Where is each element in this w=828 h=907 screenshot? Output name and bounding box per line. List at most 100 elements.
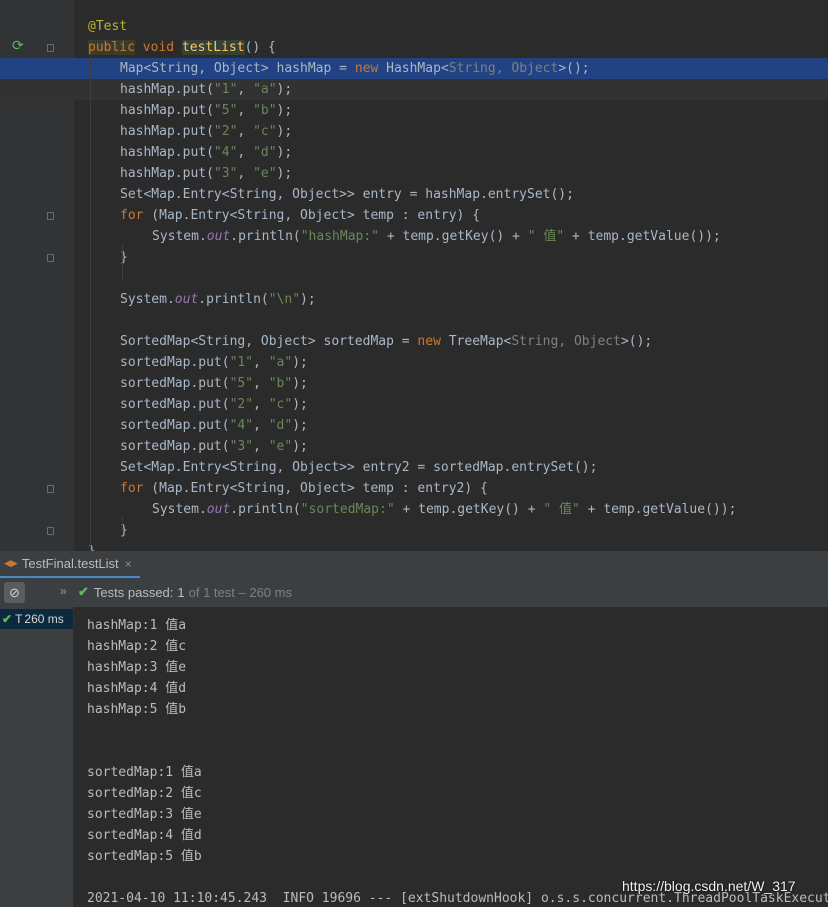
code-line[interactable]: System.out.println("\n"); <box>0 289 828 310</box>
code-token: "b" <box>253 103 277 118</box>
code-token: System. <box>120 292 175 307</box>
code-line[interactable]: hashMap.put("1", "a"); <box>0 79 828 100</box>
code-token: new <box>417 334 441 349</box>
code-token: testList <box>181 40 245 55</box>
console-output[interactable]: hashMap:1 值a hashMap:2 值c hashMap:3 值e hash… <box>74 607 828 907</box>
code-line-text: public void testList() { <box>88 37 276 58</box>
code-token: (Map.Entry<String, Object> temp : entry2… <box>143 481 488 496</box>
code-token: String, Object <box>511 334 621 349</box>
code-token: HashMap< <box>378 61 449 76</box>
code-line[interactable] <box>0 268 828 289</box>
fold-marker-icon[interactable] <box>47 527 54 535</box>
code-token: new <box>354 61 379 76</box>
code-token: "5" <box>229 376 254 391</box>
tests-detail: of 1 test – 260 ms <box>188 584 292 600</box>
console-line: hashMap:1 值a <box>87 618 187 633</box>
code-line[interactable]: } <box>0 520 828 541</box>
code-token: .println( <box>230 502 301 517</box>
indent-guide <box>122 517 123 531</box>
code-line[interactable]: } <box>0 541 828 551</box>
code-line[interactable]: sortedMap.put("1", "a"); <box>0 352 828 373</box>
code-token: sortedMap.put( <box>120 355 230 370</box>
code-token: "c" <box>253 124 277 139</box>
more-chevron-icon[interactable]: » <box>60 584 67 598</box>
code-token: sortedMap.put( <box>120 439 230 454</box>
code-line-text: hashMap.put("3", "e"); <box>120 163 292 184</box>
fold-marker-icon[interactable] <box>47 485 54 493</box>
check-icon: ✔ <box>78 584 89 599</box>
code-line[interactable]: Map<String, Object> hashMap = new HashMa… <box>0 58 828 79</box>
code-line-text: hashMap.put("5", "b"); <box>120 100 292 121</box>
code-line[interactable]: SortedMap<String, Object> sortedMap = ne… <box>0 331 828 352</box>
code-line-text: sortedMap.put("2", "c"); <box>120 394 308 415</box>
code-token: sortedMap.put( <box>120 376 230 391</box>
fold-marker-icon[interactable] <box>47 254 54 262</box>
code-line[interactable]: @Test <box>0 16 828 37</box>
code-token: "4" <box>213 145 238 160</box>
code-token: , <box>253 355 269 370</box>
fold-marker-icon[interactable] <box>47 212 54 220</box>
code-token: "b" <box>268 376 293 391</box>
code-line[interactable]: Set<Map.Entry<String, Object>> entry = h… <box>0 184 828 205</box>
code-line[interactable]: hashMap.put("2", "c"); <box>0 121 828 142</box>
code-token: ); <box>276 82 293 97</box>
code-line[interactable]: System.out.println("sortedMap:" + temp.g… <box>0 499 828 520</box>
code-line[interactable]: for (Map.Entry<String, Object> temp : en… <box>0 205 828 226</box>
code-line-text: hashMap.put("2", "c"); <box>120 121 292 142</box>
code-token: "1" <box>213 82 238 97</box>
test-tree: ✔ T 260 ms <box>0 607 74 907</box>
code-token: "a" <box>268 355 293 370</box>
code-token: .println( <box>198 292 269 307</box>
code-editor[interactable]: ⟳ @Test public void testList() {Map<Strin… <box>0 0 828 551</box>
code-token: "3" <box>213 166 238 181</box>
code-line[interactable] <box>0 310 828 331</box>
code-token: " 值" <box>543 502 580 517</box>
code-token: >(); <box>620 334 653 349</box>
code-token: "sortedMap:" <box>300 502 395 517</box>
code-token: "d" <box>253 145 277 160</box>
code-token: ); <box>276 145 293 160</box>
code-token: ); <box>276 124 293 139</box>
code-line-text: for (Map.Entry<String, Object> temp : en… <box>120 478 488 499</box>
code-token: >(); <box>558 61 590 76</box>
stop-button[interactable]: ⊘ <box>4 582 25 603</box>
test-tree-item-label: T <box>15 612 23 626</box>
console-line: hashMap:4 值d <box>87 681 187 696</box>
code-line[interactable]: for (Map.Entry<String, Object> temp : en… <box>0 478 828 499</box>
code-line[interactable]: public void testList() { <box>0 37 828 58</box>
code-line[interactable]: sortedMap.put("5", "b"); <box>0 373 828 394</box>
code-token: "c" <box>268 397 293 412</box>
code-line[interactable]: sortedMap.put("2", "c"); <box>0 394 828 415</box>
code-token: , <box>253 418 269 433</box>
run-config-icon: ◀▶ <box>4 558 18 568</box>
code-line[interactable]: System.out.println("hashMap:" + temp.get… <box>0 226 828 247</box>
tests-passed-label: Tests passed: <box>93 584 174 600</box>
run-tab[interactable]: ◀▶ TestFinal.testList × <box>0 551 140 578</box>
close-icon[interactable]: × <box>125 557 132 571</box>
code-token: () { <box>244 40 276 55</box>
run-tab-label: TestFinal.testList <box>21 556 119 571</box>
code-token: hashMap.put( <box>120 82 214 97</box>
code-token: out <box>206 229 231 244</box>
code-token: .println( <box>230 229 301 244</box>
test-tree-item[interactable]: ✔ T 260 ms <box>0 609 73 629</box>
code-token: Map<String, Object> hashMap = <box>120 61 355 76</box>
fold-marker-icon[interactable] <box>47 44 54 52</box>
code-line[interactable]: hashMap.put("4", "d"); <box>0 142 828 163</box>
code-line[interactable]: sortedMap.put("4", "d"); <box>0 415 828 436</box>
code-line[interactable]: Set<Map.Entry<String, Object>> entry2 = … <box>0 457 828 478</box>
check-icon: ✔ <box>2 612 13 626</box>
code-line[interactable]: sortedMap.put("3", "e"); <box>0 436 828 457</box>
code-token: " 值" <box>527 229 565 244</box>
tests-passed-count: 1 <box>177 584 185 600</box>
code-token: "hashMap:" <box>300 229 380 244</box>
code-line[interactable]: } <box>0 247 828 268</box>
code-line[interactable]: hashMap.put("3", "e"); <box>0 163 828 184</box>
code-token: ); <box>292 397 308 412</box>
code-token: System. <box>152 502 207 517</box>
console-line: hashMap:3 值e <box>87 660 187 675</box>
code-token: , <box>253 397 269 412</box>
code-line[interactable]: hashMap.put("5", "b"); <box>0 100 828 121</box>
code-token: "2" <box>229 397 254 412</box>
